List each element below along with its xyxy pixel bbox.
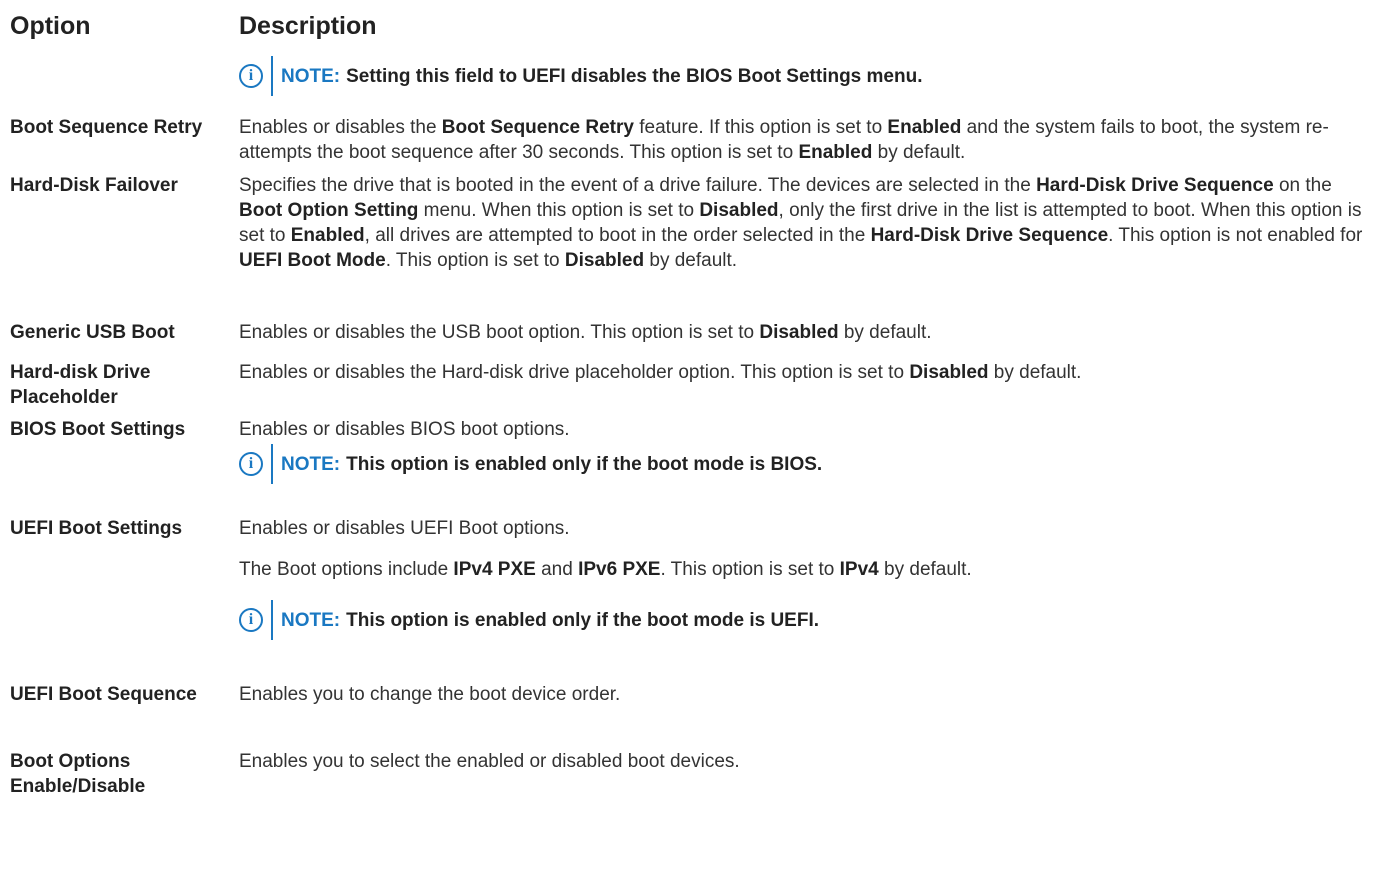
bold-term: Disabled	[759, 322, 839, 343]
bold-term: Enabled	[290, 225, 365, 246]
option-column-header: Option	[10, 12, 91, 40]
bold-term: Boot Option Setting	[239, 200, 419, 221]
option-name: Boot Sequence Retry	[10, 117, 203, 138]
table-row: Hard-Disk Failover Specifies the drive t…	[10, 173, 1370, 320]
option-name: Generic USB Boot	[10, 322, 175, 343]
note-divider	[271, 56, 273, 96]
bold-term: Hard-Disk Drive Sequence	[870, 225, 1109, 246]
option-description: Enables or disables the Boot Sequence Re…	[239, 117, 1329, 163]
table-row: Generic USB Boot Enables or disables the…	[10, 320, 1370, 360]
note-label: NOTE:	[281, 453, 341, 475]
note-text: Setting this field to UEFI disables the …	[346, 65, 923, 87]
note-text: This option is enabled only if the boot …	[346, 609, 820, 631]
table-header: Option Description	[10, 0, 1370, 58]
bold-term: Hard-Disk Drive Sequence	[1036, 175, 1274, 196]
info-icon: i	[239, 64, 263, 88]
note-divider	[271, 444, 273, 484]
option-description: Enables or disables UEFI Boot options.	[239, 518, 570, 539]
option-name: Boot Options Enable/Disable	[10, 751, 146, 797]
bold-term: Enabled	[887, 117, 962, 138]
option-description: Enables you to change the boot device or…	[239, 684, 621, 705]
bold-term: Enabled	[798, 142, 873, 163]
note-callout: i NOTE: This option is enabled only if t…	[239, 600, 1368, 640]
bold-term: IPv6 PXE	[578, 559, 661, 580]
bold-term: Disabled	[564, 250, 645, 271]
description-column-header: Description	[239, 12, 377, 40]
table-row-continuation: i NOTE: Setting this field to UEFI disab…	[10, 56, 1370, 115]
table-row: Hard-disk Drive Placeholder Enables or d…	[10, 360, 1370, 417]
option-name: BIOS Boot Settings	[10, 419, 186, 440]
option-description: Enables or disables BIOS boot options.	[239, 419, 570, 440]
option-description: Enables or disables the USB boot option.…	[239, 322, 932, 343]
note-divider	[271, 600, 273, 640]
option-name: UEFI Boot Sequence	[10, 684, 197, 705]
note-label: NOTE:	[281, 65, 341, 87]
note-callout: i NOTE: Setting this field to UEFI disab…	[239, 56, 1368, 96]
settings-table: Option Description i NOTE: Setting this …	[10, 0, 1370, 807]
bold-term: UEFI Boot Mode	[239, 250, 386, 271]
table-row: Boot Sequence Retry Enables or disables …	[10, 115, 1370, 173]
bold-term: Disabled	[699, 200, 779, 221]
table-row: BIOS Boot Settings Enables or disables B…	[10, 417, 1370, 516]
option-name: Hard-Disk Failover	[10, 175, 178, 196]
note-callout: i NOTE: This option is enabled only if t…	[239, 444, 1368, 484]
option-name: Hard-disk Drive Placeholder	[10, 362, 151, 408]
note-label: NOTE:	[281, 609, 341, 631]
option-description: Enables you to select the enabled or dis…	[239, 751, 740, 772]
info-icon: i	[239, 608, 263, 632]
bold-term: IPv4	[839, 559, 879, 580]
table-row: UEFI Boot Sequence Enables you to change…	[10, 666, 1370, 749]
bold-term: IPv4 PXE	[453, 559, 536, 580]
note-text: This option is enabled only if the boot …	[346, 453, 823, 475]
bold-term: Disabled	[909, 362, 989, 383]
table-row: UEFI Boot Settings Enables or disables U…	[10, 516, 1370, 666]
bold-term: Boot Sequence Retry	[441, 117, 634, 138]
option-description: Specifies the drive that is booted in th…	[239, 175, 1363, 271]
option-description: Enables or disables the Hard-disk drive …	[239, 362, 1082, 383]
table-row: Boot Options Enable/Disable Enables you …	[10, 749, 1370, 807]
option-name: UEFI Boot Settings	[10, 518, 183, 539]
option-description-detail: The Boot options include IPv4 PXE and IP…	[239, 559, 972, 580]
info-icon: i	[239, 452, 263, 476]
